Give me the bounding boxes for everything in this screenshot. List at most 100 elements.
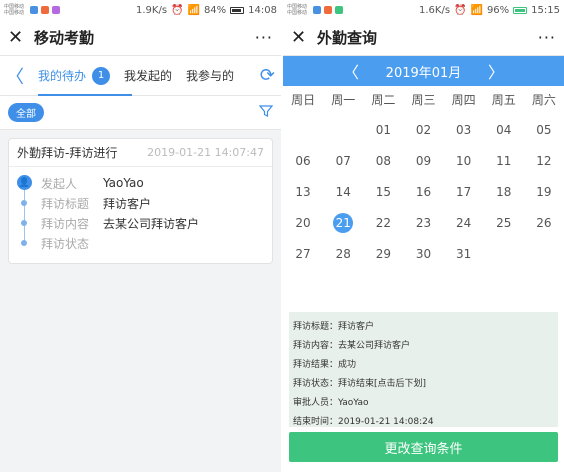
change-query-button[interactable]: 更改查询条件	[289, 432, 558, 462]
count-badge: 1	[92, 66, 111, 85]
field-label: 拜访状态	[41, 236, 90, 251]
calendar-day[interactable]: 15	[363, 176, 403, 207]
calendar-day[interactable]: 24	[444, 207, 484, 238]
calendar-empty-cell	[484, 238, 524, 269]
calendar-day[interactable]: 25	[484, 207, 524, 238]
field-visit-title: 拜访标题 拜访客户	[17, 193, 264, 213]
calendar-day[interactable]: 05	[524, 114, 564, 145]
day-number: 11	[496, 153, 512, 168]
weekday-label: 周一	[331, 92, 356, 107]
app-notification-icon	[41, 6, 49, 14]
close-icon[interactable]: ✕	[291, 27, 311, 48]
page-title: 外勤查询	[317, 29, 378, 47]
tab-initiated[interactable]: 我发起的	[124, 56, 172, 96]
calendar-day[interactable]: 29	[363, 238, 403, 269]
weekday-label: 周日	[291, 92, 316, 107]
network-speed: 1.9K/s	[135, 4, 168, 16]
day-number: 21	[333, 212, 354, 233]
calendar-day[interactable]: 26	[524, 207, 564, 238]
prev-month-icon[interactable]: 〈	[343, 59, 359, 83]
calendar-day[interactable]: 16	[403, 176, 443, 207]
day-number: 20	[295, 215, 311, 230]
calendar-day[interactable]: 18	[484, 176, 524, 207]
day-number: 05	[536, 122, 552, 137]
clock: 15:15	[531, 4, 560, 16]
status-bar: 中国移动 中国移动 1.9K/s ⏰ 📶 84% 14:08	[0, 0, 281, 20]
calendar-day[interactable]: 07	[323, 145, 363, 176]
calendar-day[interactable]: 06	[283, 145, 323, 176]
day-number: 12	[536, 153, 552, 168]
page-title: 移动考勤	[34, 29, 95, 47]
calendar-day[interactable]: 04	[484, 114, 524, 145]
calendar-day[interactable]: 22	[363, 207, 403, 238]
day-number: 30	[415, 246, 432, 261]
day-number: 29	[375, 246, 391, 261]
result-row: 拜访状态：拜访结束[点击后下划]	[293, 379, 427, 389]
tab-my-todo[interactable]: 我的待办 1	[38, 56, 133, 96]
right-screen: 中国移动 中国移动 1.6K/s ⏰ 📶 96% 15:15 ✕ 外勤查询 ···…	[283, 0, 564, 472]
tab-participated[interactable]: 我参与的	[186, 56, 234, 96]
alarm-icon: ⏰	[454, 4, 467, 16]
filter-icon[interactable]	[258, 103, 274, 122]
battery-percent: 84%	[203, 4, 227, 16]
visit-card[interactable]: 外勤拜访-拜访进行 2019-01-21 14:07:47 👤 发起人 YaoY…	[8, 138, 273, 264]
next-month-icon[interactable]: 〉	[488, 59, 504, 83]
day-number: 26	[536, 215, 552, 230]
day-number: 03	[455, 122, 472, 137]
weekday-row: 周日 周一 周二 周三 周四 周五 周六	[283, 86, 564, 112]
calendar-day[interactable]: 10	[444, 145, 484, 176]
day-number: 25	[496, 215, 512, 230]
calendar-day[interactable]: 03	[444, 114, 484, 145]
field-label: 拜访标题	[41, 196, 90, 211]
day-number: 28	[335, 246, 351, 261]
field-label: 拜访内容	[41, 216, 90, 231]
result-row: 拜访标题：拜访客户	[293, 322, 375, 332]
timeline-dot	[21, 240, 27, 246]
calendar-day[interactable]: 17	[444, 176, 484, 207]
app-notification-icon	[30, 6, 38, 14]
field-visit-content: 拜访内容 去某公司拜访客户	[17, 213, 264, 233]
calendar-day[interactable]: 23	[403, 207, 443, 238]
filter-chip-all[interactable]: 全部	[8, 103, 44, 122]
day-number: 24	[455, 215, 472, 230]
day-number: 23	[415, 215, 432, 230]
calendar-day[interactable]: 31	[444, 238, 484, 269]
calendar-day[interactable]: 01	[363, 114, 403, 145]
calendar-day[interactable]: 02	[403, 114, 443, 145]
day-number: 15	[375, 184, 391, 199]
calendar-day[interactable]: 11	[484, 145, 524, 176]
result-row: 拜访结果：成功	[293, 360, 357, 370]
refresh-icon[interactable]: ⟳	[260, 65, 275, 86]
calendar-day[interactable]: 20	[283, 207, 323, 238]
signal-icon: 📶	[470, 4, 483, 16]
day-number: 17	[455, 184, 472, 199]
close-icon[interactable]: ✕	[8, 27, 28, 48]
chevron-left-icon[interactable]: 〈	[6, 63, 24, 89]
calendar-day[interactable]: 19	[524, 176, 564, 207]
day-number: 18	[496, 184, 512, 199]
calendar-day[interactable]: 30	[403, 238, 443, 269]
calendar-day[interactable]: 28	[323, 238, 363, 269]
status-bar: 中国移动 中国移动 1.6K/s ⏰ 📶 96% 15:15	[283, 0, 564, 20]
weekday-label: 周三	[411, 92, 436, 107]
calendar-day[interactable]: 12	[524, 145, 564, 176]
day-number: 01	[375, 122, 391, 137]
calendar-day[interactable]: 27	[283, 238, 323, 269]
more-menu-icon[interactable]: ···	[538, 28, 556, 47]
weekday-label: 周二	[371, 92, 396, 107]
field-value: 去某公司拜访客户	[103, 216, 200, 231]
notification-icons	[30, 6, 60, 14]
app-notification-icon	[335, 6, 343, 14]
day-number: 13	[295, 184, 311, 199]
calendar-day[interactable]: 14	[323, 176, 363, 207]
calendar-day[interactable]: 21	[323, 207, 363, 238]
title-bar: ✕ 外勤查询 ···	[283, 20, 564, 56]
day-number: 10	[455, 153, 472, 168]
calendar-day[interactable]: 09	[403, 145, 443, 176]
day-number: 09	[415, 153, 432, 168]
result-row: 审批人员：YaoYao	[293, 398, 369, 408]
more-menu-icon[interactable]: ···	[255, 28, 273, 47]
calendar-day[interactable]: 13	[283, 176, 323, 207]
battery-icon	[230, 6, 245, 14]
calendar-day[interactable]: 08	[363, 145, 403, 176]
